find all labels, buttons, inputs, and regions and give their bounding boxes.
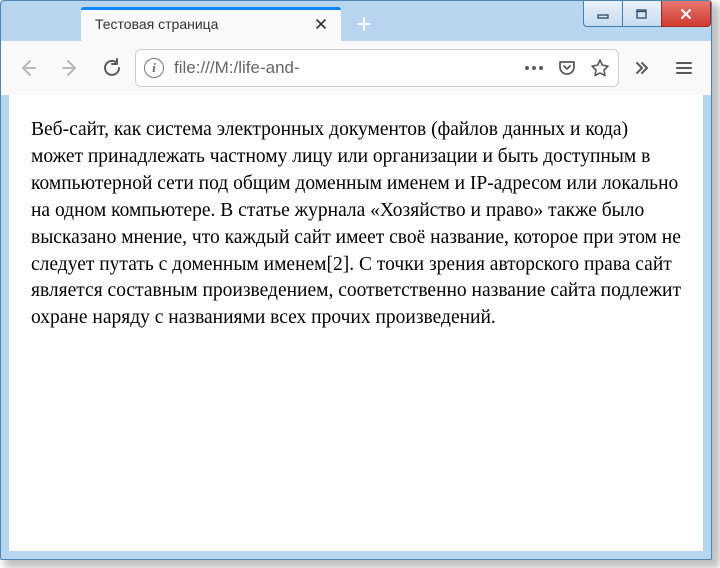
url-text: file:///M:/life-and- — [174, 58, 514, 78]
bookmark-button[interactable] — [590, 58, 610, 78]
pocket-icon — [558, 59, 576, 77]
tab-title: Тестовая страница — [95, 16, 311, 32]
browser-window: Тестовая страница — [0, 0, 712, 560]
window-controls — [584, 1, 711, 27]
maximize-icon — [636, 8, 648, 20]
new-tab-button[interactable] — [347, 7, 381, 41]
page-actions-button[interactable] — [524, 65, 544, 71]
close-icon — [315, 18, 327, 30]
pocket-button[interactable] — [558, 59, 576, 77]
toolbar: i file:///M:/life-and- — [1, 41, 711, 95]
browser-tab[interactable]: Тестовая страница — [81, 7, 341, 41]
tabstrip: Тестовая страница — [81, 7, 381, 41]
dots-icon — [524, 65, 544, 71]
close-icon — [679, 7, 693, 21]
plus-icon — [356, 16, 372, 32]
reload-icon — [102, 58, 122, 78]
arrow-left-icon — [18, 58, 38, 78]
minimize-button[interactable] — [583, 1, 623, 27]
menu-button[interactable] — [665, 49, 703, 87]
back-button[interactable] — [9, 49, 47, 87]
overflow-button[interactable] — [623, 49, 661, 87]
tab-close-button[interactable] — [311, 14, 331, 34]
minimize-icon — [597, 8, 609, 20]
maximize-button[interactable] — [622, 1, 662, 27]
star-icon — [590, 58, 610, 78]
reload-button[interactable] — [93, 49, 131, 87]
titlebar: Тестовая страница — [1, 1, 711, 41]
address-bar[interactable]: i file:///M:/life-and- — [135, 49, 619, 87]
tab-active-indicator — [81, 7, 341, 10]
body-text: Веб-сайт, как система электронных докуме… — [31, 117, 681, 332]
hamburger-icon — [675, 59, 693, 77]
page-content: Веб-сайт, как система электронных докуме… — [9, 95, 703, 551]
urlbar-actions — [524, 58, 610, 78]
site-info-button[interactable]: i — [144, 58, 164, 78]
arrow-right-icon — [60, 58, 80, 78]
window-close-button[interactable] — [661, 1, 711, 27]
forward-button[interactable] — [51, 49, 89, 87]
chevron-double-right-icon — [633, 59, 651, 77]
